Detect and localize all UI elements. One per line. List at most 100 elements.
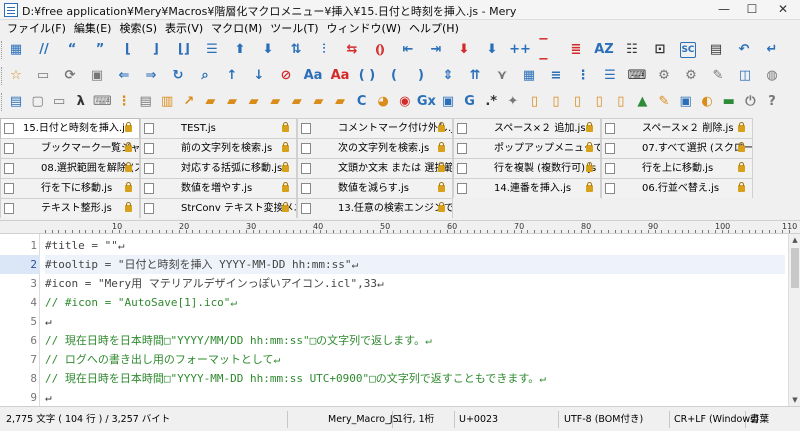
folder-c-icon[interactable]: ▰ [244, 92, 264, 112]
tab-4[interactable]: スペース×２ 追加.js [453, 118, 601, 138]
tab-7[interactable]: 前の文字列を検索.js [140, 138, 297, 158]
toolbar-grip[interactable] [1, 67, 4, 85]
down-red-icon[interactable]: ⬇ [454, 40, 474, 60]
pencil-icon[interactable]: ✎ [654, 92, 674, 112]
new-file-icon[interactable]: ▦ [6, 40, 26, 60]
terminal-icon[interactable]: ▤ [6, 92, 26, 112]
tab-11[interactable]: 08.選択範囲を解除 (スクロー [0, 158, 140, 178]
tab-10[interactable]: 07.すべて選択 (スクロールし [601, 138, 753, 158]
status-encoding[interactable]: UTF-8 (BOM付き) [560, 411, 670, 428]
picture-icon[interactable]: ▣ [676, 92, 696, 112]
folder-e-icon[interactable]: ▰ [287, 92, 307, 112]
document-list-icon[interactable]: ☰ [202, 40, 222, 60]
file-a-icon[interactable]: ▯ [524, 92, 544, 112]
g-icon[interactable]: G [460, 92, 480, 112]
status-syntax-mode[interactable]: Mery_Macro_JS [324, 411, 399, 428]
toolbar-grip[interactable] [1, 41, 4, 59]
palette-icon[interactable]: ◐ [697, 92, 717, 112]
globe-icon[interactable]: ◍ [762, 66, 782, 86]
folder-b-icon[interactable]: ▰ [222, 92, 242, 112]
menu-edit[interactable]: 編集(E) [70, 21, 116, 37]
scroll-down-icon[interactable]: ▼ [789, 394, 800, 406]
c-icon[interactable]: C [352, 92, 372, 112]
bracket-red-icon[interactable]: ⦅⦆ [370, 40, 390, 60]
file-e-icon[interactable]: ▯ [611, 92, 631, 112]
bracket-open-icon[interactable]: ⌊ [118, 40, 138, 60]
menu-window[interactable]: ウィンドウ(W) [323, 21, 405, 37]
text-editor[interactable]: 12345678910 #title = ""↵#tooltip = "日付と時… [0, 234, 788, 406]
eraser-icon[interactable]: ◫ [735, 66, 755, 86]
menu-view[interactable]: 表示(V) [161, 21, 207, 37]
paren-right-icon[interactable]: ) [411, 66, 431, 86]
arrow-down-icon[interactable]: ↓ [249, 66, 269, 86]
wrap-icon[interactable]: ↵ [762, 40, 782, 60]
wrench-icon[interactable]: ✎ [708, 66, 728, 86]
tab-5[interactable]: スペース×２ 削除.js [601, 118, 753, 138]
menu-search[interactable]: 検索(S) [115, 21, 161, 37]
stop-icon[interactable]: ⊘ [276, 66, 296, 86]
tab-8[interactable]: 次の文字列を検索.js [297, 138, 453, 158]
down-blue-icon[interactable]: ⬇ [482, 40, 502, 60]
export-icon[interactable]: ↗ [179, 92, 199, 112]
indent-icon[interactable]: ⇥ [426, 40, 446, 60]
slashes-icon[interactable]: // [34, 40, 54, 60]
gear-icon[interactable]: ⚙ [681, 66, 701, 86]
menu-file[interactable]: ファイル(F) [3, 21, 70, 37]
chrome-icon[interactable]: ◉ [395, 92, 415, 112]
tab-17[interactable]: 数値を増やす.js [140, 178, 297, 198]
keyboard-icon[interactable]: ⌨ [92, 92, 112, 112]
scrollbar-thumb[interactable] [791, 248, 799, 288]
tab-1[interactable]: 15.日付と時刻を挿入.js [0, 118, 140, 138]
bracket-close-icon[interactable]: ⌋ [146, 40, 166, 60]
filter-icon[interactable]: ⋎ [492, 66, 512, 86]
tab-18[interactable]: 数値を減らす.js [297, 178, 453, 198]
image-icon[interactable]: ▣ [438, 92, 458, 112]
tree-icon[interactable]: ⋮ [114, 92, 134, 112]
regex-icon[interactable]: .* [481, 92, 501, 112]
window-icon[interactable]: ▭ [49, 92, 69, 112]
align-icon[interactable]: ⇤ [398, 40, 418, 60]
help-icon[interactable]: ? [762, 92, 782, 112]
vertical-scrollbar[interactable]: ▲ ▼ [788, 234, 800, 406]
tab-2[interactable]: TEST.js [140, 118, 297, 138]
quote-close-icon[interactable]: ” [90, 40, 110, 60]
tab-13[interactable]: 文頭か文末 または 選択範囲 [297, 158, 453, 178]
list-check-icon[interactable]: ☷ [622, 40, 642, 60]
folder-d-icon[interactable]: ▰ [265, 92, 285, 112]
menu-macro[interactable]: マクロ(M) [207, 21, 266, 37]
tab-15[interactable]: 行を上に移動.js [601, 158, 753, 178]
forward-icon[interactable]: ⇒ [141, 66, 161, 86]
tab-23[interactable]: 13.任意の検索エンジンで検索 [297, 198, 453, 218]
move-up-icon[interactable]: ⬆ [230, 40, 250, 60]
search-icon[interactable]: ⌕ [195, 66, 215, 86]
back-icon[interactable]: ⇐ [114, 66, 134, 86]
note-icon[interactable]: ▤ [136, 92, 156, 112]
file-b-icon[interactable]: ▯ [546, 92, 566, 112]
tab-12[interactable]: 対応する括弧に移動.js [140, 158, 297, 178]
folder-g-icon[interactable]: ▰ [330, 92, 350, 112]
shuffle-icon[interactable]: ⇆ [342, 40, 362, 60]
font-a-icon[interactable]: Aa [303, 66, 323, 86]
firefox-icon[interactable]: ◕ [373, 92, 393, 112]
maximize-button[interactable]: ☐ [738, 0, 766, 20]
close-button[interactable]: ✕ [766, 0, 800, 20]
tab-16[interactable]: 行を下に移動.js [0, 178, 140, 198]
scroll-up-icon[interactable]: ▲ [789, 234, 800, 246]
tab-6[interactable]: ブックマーク一覧ジャンプ.js [0, 138, 140, 158]
save-icon[interactable]: ▣ [87, 66, 107, 86]
drive-icon[interactable]: ▲ [632, 92, 652, 112]
tab-3[interactable]: コメントマーク付け外し.js [297, 118, 453, 138]
font-case-icon[interactable]: Aa [330, 66, 350, 86]
move-down-icon[interactable]: ⬇ [258, 40, 278, 60]
sort-up-icon[interactable]: ⇈ [465, 66, 485, 86]
reload-icon[interactable]: ⟳ [60, 66, 80, 86]
book-icon[interactable]: ▥ [157, 92, 177, 112]
swap-up-icon[interactable]: ⇅ [286, 40, 306, 60]
dotted-list-icon[interactable]: ⋮ [573, 66, 593, 86]
quote-open-icon[interactable]: “ [62, 40, 82, 60]
folder-f-icon[interactable]: ▰ [308, 92, 328, 112]
folder-a-icon[interactable]: ▰ [200, 92, 220, 112]
refresh-icon[interactable]: ↻ [168, 66, 188, 86]
settings-icon[interactable]: ⚙ [654, 66, 674, 86]
tab-21[interactable]: テキスト整形.js [0, 198, 140, 218]
